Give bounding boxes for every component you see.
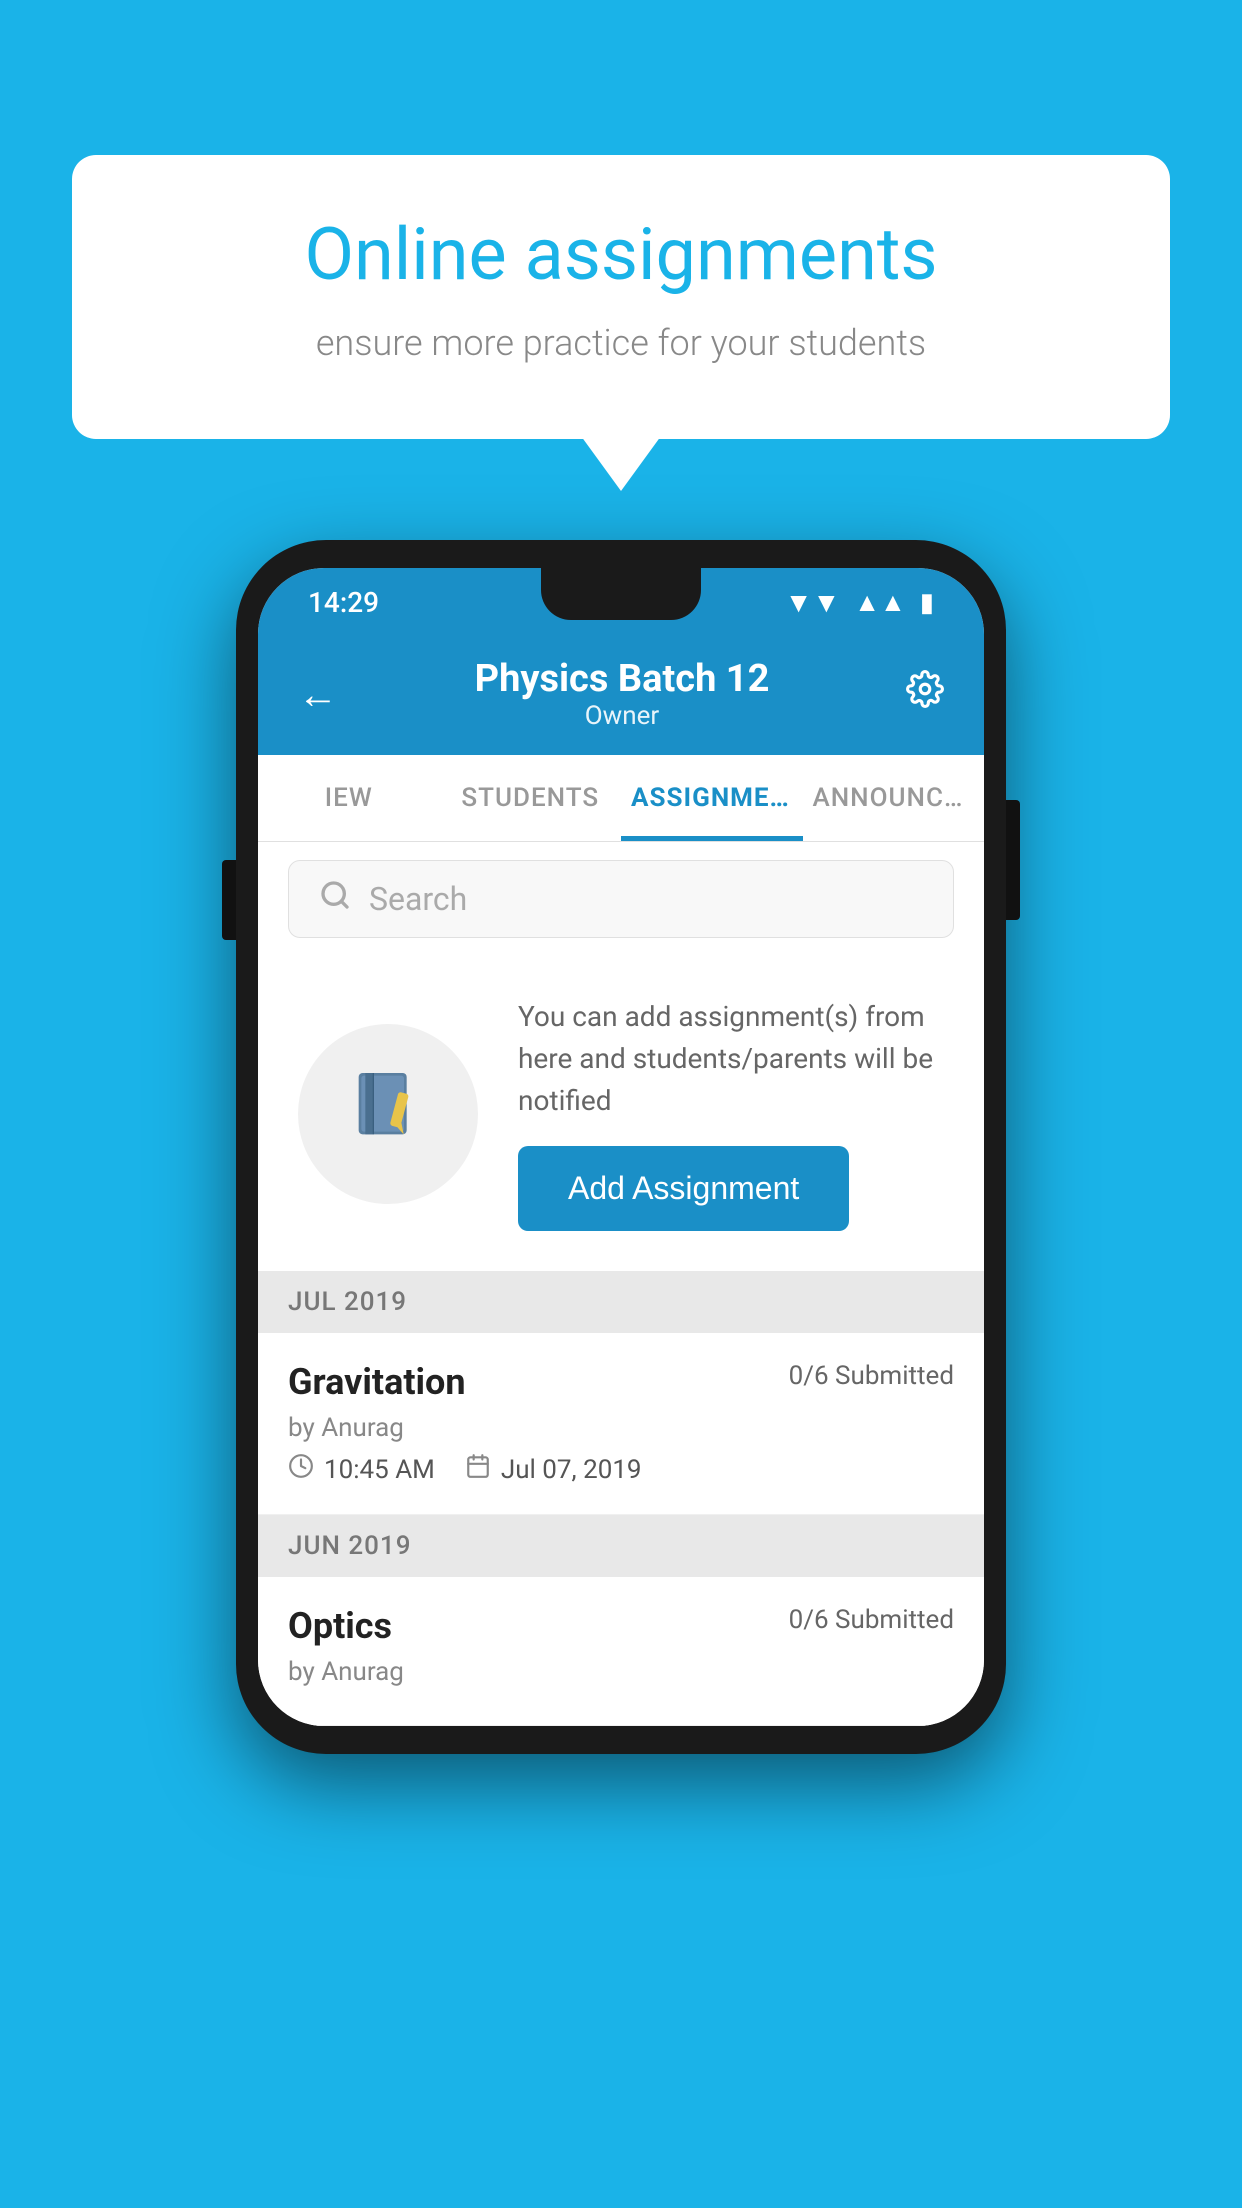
- assignment-optics-name: Optics: [288, 1605, 392, 1647]
- assignment-item-optics[interactable]: Optics 0/6 Submitted by Anurag: [258, 1577, 984, 1726]
- settings-button[interactable]: [906, 670, 944, 718]
- assignment-date: Jul 07, 2019: [465, 1453, 642, 1486]
- app-bar-center: Physics Batch 12 Owner: [475, 657, 770, 731]
- section-header-jun: JUN 2019: [258, 1515, 984, 1577]
- clock-icon: [288, 1453, 314, 1486]
- search-box[interactable]: Search: [288, 860, 954, 938]
- assignment-meta: 10:45 AM Jul 07, 2019: [288, 1453, 954, 1486]
- assignment-item-gravitation[interactable]: Gravitation 0/6 Submitted by Anurag 10:4…: [258, 1333, 984, 1515]
- assignment-time: 10:45 AM: [288, 1453, 435, 1486]
- app-bar-title: Physics Batch 12: [475, 657, 770, 701]
- status-bar: 14:29 ▼▼ ▲▲ ▮: [258, 568, 984, 633]
- assignment-icon-circle: [298, 1024, 478, 1204]
- speech-bubble-container: Online assignments ensure more practice …: [72, 155, 1170, 439]
- assignment-name: Gravitation: [288, 1361, 466, 1403]
- tab-announcements[interactable]: ANNOUNCEME…: [803, 755, 985, 841]
- battery-icon: ▮: [920, 588, 934, 618]
- phone-outer: 14:29 ▼▼ ▲▲ ▮ ← Physics Batch 12 Owner: [236, 540, 1006, 1754]
- assignment-submitted: 0/6 Submitted: [789, 1361, 954, 1391]
- add-assignment-prompt: You can add assignment(s) from here and …: [258, 956, 984, 1271]
- assignment-item-optics-top: Optics 0/6 Submitted: [288, 1605, 954, 1647]
- bubble-subtitle: ensure more practice for your students: [142, 318, 1100, 368]
- phone-screen: 14:29 ▼▼ ▲▲ ▮ ← Physics Batch 12 Owner: [258, 568, 984, 1726]
- speech-bubble: Online assignments ensure more practice …: [72, 155, 1170, 439]
- assignment-by: by Anurag: [288, 1413, 954, 1443]
- assignment-prompt-text: You can add assignment(s) from here and …: [518, 996, 944, 1122]
- back-button[interactable]: ←: [298, 671, 338, 718]
- app-bar-subtitle: Owner: [475, 701, 770, 731]
- tabs-container: IEW STUDENTS ASSIGNMENTS ANNOUNCEME…: [258, 755, 984, 842]
- status-icons: ▼▼ ▲▲ ▮: [785, 586, 934, 619]
- assignment-notebook-icon: [348, 1065, 428, 1163]
- search-container: Search: [258, 842, 984, 956]
- bubble-title: Online assignments: [142, 215, 1100, 294]
- assignment-optics-submitted: 0/6 Submitted: [789, 1605, 954, 1635]
- app-bar: ← Physics Batch 12 Owner: [258, 633, 984, 755]
- assignment-optics-by: by Anurag: [288, 1657, 954, 1687]
- assignment-prompt-content: You can add assignment(s) from here and …: [518, 996, 944, 1231]
- signal-icon: ▲▲: [854, 587, 905, 618]
- add-assignment-button[interactable]: Add Assignment: [518, 1146, 849, 1231]
- calendar-icon: [465, 1453, 491, 1486]
- status-time: 14:29: [308, 586, 379, 619]
- tab-iew[interactable]: IEW: [258, 755, 440, 841]
- search-icon: [319, 879, 351, 919]
- section-header-jul: JUL 2019: [258, 1271, 984, 1333]
- notch: [541, 568, 701, 620]
- wifi-icon: ▼▼: [785, 586, 840, 619]
- phone-wrapper: 14:29 ▼▼ ▲▲ ▮ ← Physics Batch 12 Owner: [236, 540, 1006, 1754]
- tab-assignments[interactable]: ASSIGNMENTS: [621, 755, 803, 841]
- assignment-item-top: Gravitation 0/6 Submitted: [288, 1361, 954, 1403]
- tab-students[interactable]: STUDENTS: [440, 755, 622, 841]
- search-placeholder: Search: [369, 880, 467, 918]
